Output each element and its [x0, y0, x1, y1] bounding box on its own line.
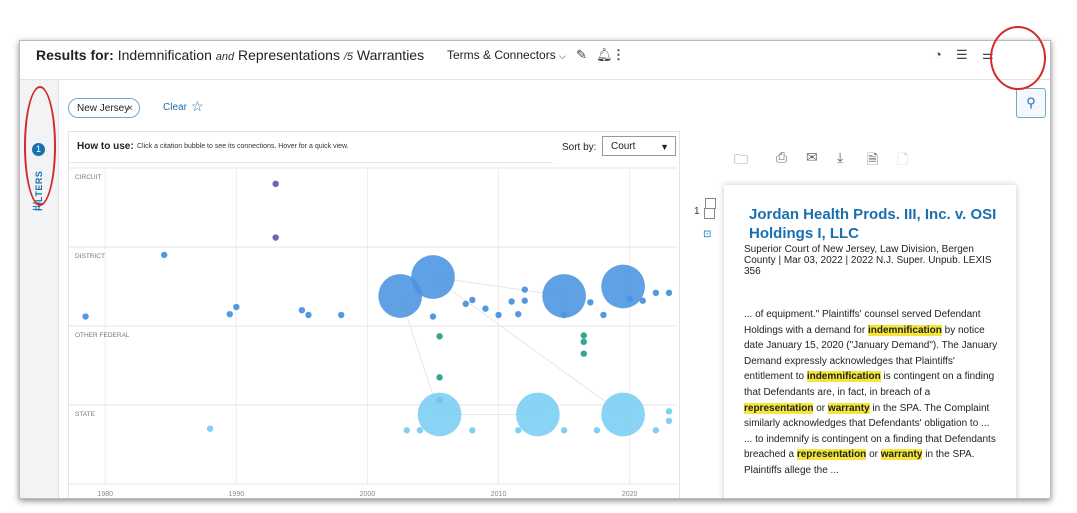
x-tick-label: 2020: [622, 491, 638, 498]
citation-bubble[interactable]: [272, 180, 279, 187]
citation-bubble[interactable]: [652, 289, 660, 297]
print-icon[interactable]: ⎙: [776, 149, 787, 166]
citation-bubble[interactable]: [82, 313, 89, 320]
result-citation-meta: Superior Court of New Jersey, Law Divisi…: [744, 244, 992, 277]
highlight-term: representation: [796, 449, 867, 461]
citation-bubble[interactable]: [436, 333, 443, 340]
email-icon[interactable]: ✉: [806, 149, 818, 166]
citation-bubble[interactable]: [639, 297, 646, 304]
result-checkbox[interactable]: [704, 208, 715, 219]
citation-map-panel: How to use: Click a citation bubble to s…: [68, 131, 680, 498]
citation-bubble[interactable]: [542, 274, 586, 318]
citation-bubble[interactable]: [436, 374, 443, 381]
citation-bubble[interactable]: [652, 427, 660, 434]
annotation-circle: [990, 26, 1046, 90]
citation-bubble[interactable]: [515, 310, 522, 318]
close-icon[interactable]: ×: [127, 99, 133, 119]
citation-bubble[interactable]: [580, 350, 587, 357]
citation-bubble[interactable]: [429, 313, 437, 320]
citation-bubble[interactable]: [462, 300, 469, 308]
citation-bubble[interactable]: [587, 299, 594, 306]
citation-bubble[interactable]: [226, 310, 233, 318]
category-label: OTHER FEDERAL: [75, 332, 130, 339]
x-tick-label: 1980: [97, 491, 113, 498]
citation-bubble[interactable]: [580, 332, 587, 339]
citation-bubble[interactable]: [580, 338, 587, 345]
citation-bubble[interactable]: [593, 427, 601, 434]
result-number: 1: [694, 206, 700, 217]
network-view-icon[interactable]: ⚲: [1016, 88, 1046, 118]
citation-bubble[interactable]: [665, 408, 673, 415]
sort-label: Sort by:: [562, 142, 597, 153]
citation-bubble[interactable]: [600, 311, 607, 319]
citation-bubble[interactable]: [206, 425, 214, 432]
list-view-icon[interactable]: ☰: [956, 47, 968, 63]
citation-bubble[interactable]: [516, 392, 560, 437]
star-icon[interactable]: ☆: [191, 98, 204, 115]
citation-bubble[interactable]: [560, 427, 568, 434]
results-header: Results for: Indemnification and Represe…: [20, 41, 1050, 80]
highlight-term: representation: [744, 402, 814, 414]
x-tick-label: 2000: [360, 491, 376, 498]
chevron-down-icon: ⌵: [559, 51, 566, 61]
citation-bubble[interactable]: [521, 286, 528, 293]
chevron-down-icon: ▼: [660, 142, 669, 152]
highlight-term: indemnification: [806, 371, 881, 383]
citation-bubble[interactable]: [665, 289, 673, 297]
citation-bubble[interactable]: [560, 311, 568, 319]
timeline-view-icon[interactable]: ◔: [934, 47, 942, 62]
result-snippet: ... of equipment." Plaintiffs' counsel s…: [744, 309, 998, 476]
citation-bubble[interactable]: [469, 427, 476, 434]
download-icon[interactable]: ⤓: [837, 149, 843, 166]
more-options-icon[interactable]: ⋮: [612, 47, 625, 63]
citation-connection: [432, 276, 624, 415]
edit-pencil-icon[interactable]: ✎: [576, 47, 587, 63]
citation-bubble[interactable]: [416, 427, 424, 434]
citation-bubble[interactable]: [482, 305, 489, 312]
x-tick-label: 1990: [229, 491, 245, 498]
document-icon[interactable]: 🗎︎: [867, 149, 878, 173]
results-panel: 🗀︎ ⎙ ✉ ⤓ 🗎︎ 🗋︎ 1 ⊡ Jordan Health Prods. …: [680, 131, 1050, 498]
sort-select[interactable]: Court ▼: [602, 136, 676, 156]
folder-icon[interactable]: 🗀︎: [734, 149, 748, 173]
result-card: Jordan Health Prods. III, Inc. v. OSI Ho…: [724, 185, 1016, 498]
citation-bubble[interactable]: [521, 297, 528, 304]
category-label: STATE: [75, 411, 96, 418]
category-label: DISTRICT: [75, 253, 105, 260]
search-mode-dropdown[interactable]: Terms & Connectors ⌵: [447, 48, 566, 62]
highlight-term: indemnification: [867, 324, 942, 336]
citation-bubble[interactable]: [417, 392, 462, 437]
citation-bubble[interactable]: [298, 307, 306, 314]
citation-bubble[interactable]: [495, 311, 502, 319]
alert-bell-icon[interactable]: 🔔︎: [596, 47, 613, 63]
citation-bubble[interactable]: [508, 298, 515, 305]
citation-bubble[interactable]: [411, 255, 455, 299]
app-window: Results for: Indemnification and Represe…: [19, 40, 1051, 499]
citation-bubble[interactable]: [338, 311, 345, 319]
citation-bubble[interactable]: [626, 295, 633, 303]
clear-filters-link[interactable]: Clear: [163, 102, 187, 113]
citation-bubble-chart[interactable]: 1980 1990 2000 2010 2020 CIRCUIT DISTRICT OTHER…: [69, 162, 677, 498]
citation-bubble[interactable]: [305, 311, 312, 319]
search-query-title: Results for: Indemnification and Represe…: [36, 47, 425, 63]
highlight-term: warranty: [827, 402, 870, 414]
category-label: CIRCUIT: [75, 174, 101, 181]
annotation-circle: [24, 86, 56, 206]
citation-bubble[interactable]: [233, 303, 240, 311]
citation-bubble[interactable]: [403, 427, 410, 434]
citation-bubble[interactable]: [515, 427, 522, 434]
citation-bubble[interactable]: [469, 296, 476, 304]
quick-view-icon[interactable]: ⊡: [703, 229, 711, 240]
document-disabled-icon: 🗋︎: [897, 151, 909, 167]
citation-bubble[interactable]: [272, 234, 279, 241]
citation-bubble[interactable]: [601, 392, 645, 437]
result-title-link[interactable]: Jordan Health Prods. III, Inc. v. OSI Ho…: [749, 205, 999, 243]
highlight-term: warranty: [880, 449, 923, 461]
how-to-use-bar: How to use: Click a citation bubble to s…: [69, 132, 553, 163]
citation-bubble[interactable]: [601, 264, 645, 309]
citation-bubble[interactable]: [665, 417, 673, 424]
citation-bubble[interactable]: [161, 251, 168, 259]
filter-chip-new-jersey[interactable]: New Jersey ×: [68, 98, 140, 118]
x-tick-label: 2010: [491, 491, 507, 498]
